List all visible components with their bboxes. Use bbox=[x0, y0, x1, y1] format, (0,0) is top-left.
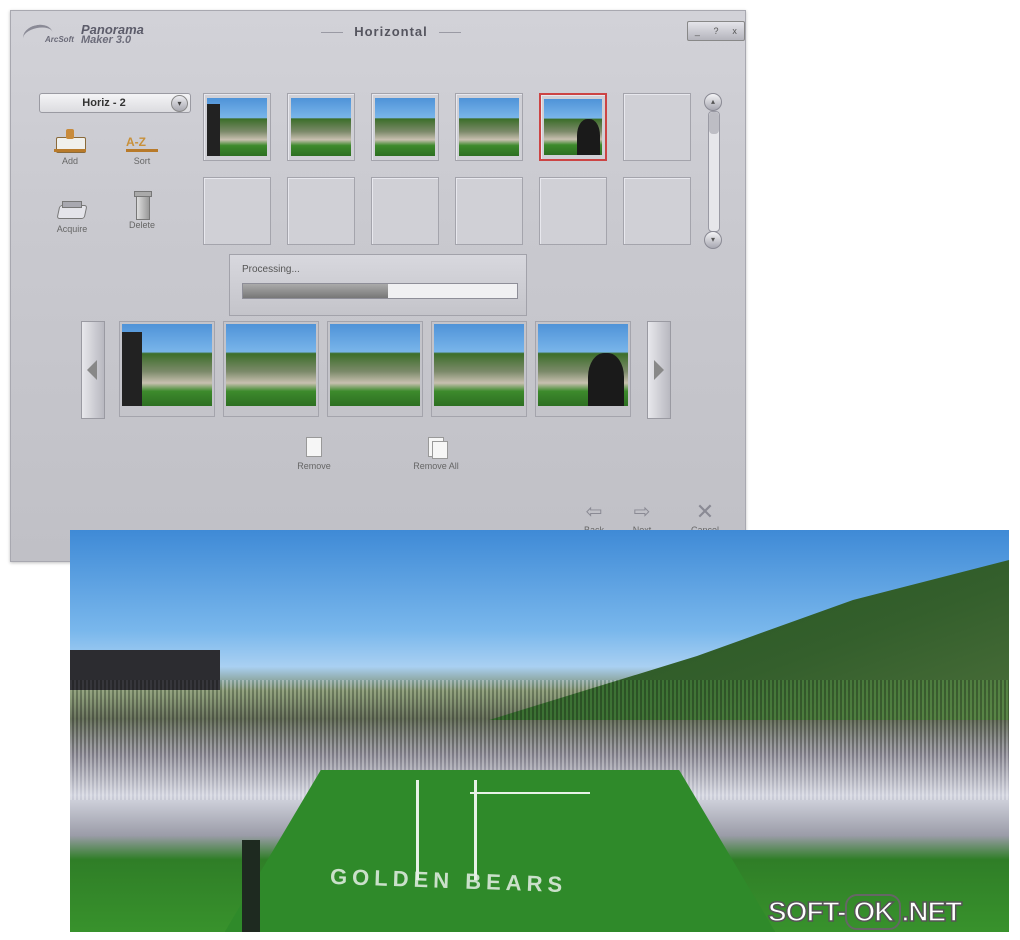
back-arrow-icon: ⇦ bbox=[585, 501, 603, 523]
arrow-right-icon bbox=[654, 360, 664, 380]
close-button[interactable]: x bbox=[725, 22, 744, 40]
acquire-button[interactable]: Acquire bbox=[45, 195, 99, 234]
scanner-icon bbox=[54, 195, 90, 223]
thumbnail-photo bbox=[459, 98, 519, 156]
album-select-value: Horiz - 2 bbox=[82, 97, 126, 109]
thumbnail-photo bbox=[207, 98, 267, 156]
brand-name: ArcSoft bbox=[45, 35, 74, 44]
watermark-left: SOFT- bbox=[767, 895, 847, 928]
goal-post-right bbox=[474, 780, 477, 880]
strip-image[interactable] bbox=[119, 321, 215, 417]
remove-label: Remove bbox=[297, 461, 331, 471]
scroll-track[interactable] bbox=[708, 111, 720, 232]
sort-button[interactable]: A-Z Sort bbox=[115, 127, 169, 166]
remove-document-icon bbox=[304, 437, 324, 459]
app-name-line2: Maker 3.0 bbox=[81, 34, 132, 46]
thumbnail-image[interactable] bbox=[371, 93, 439, 161]
thumbnail-photo bbox=[544, 99, 602, 155]
minimize-button[interactable]: _ bbox=[688, 22, 707, 40]
thumbnail-photo bbox=[291, 98, 351, 156]
strip-image[interactable] bbox=[223, 321, 319, 417]
strip-prev-button[interactable] bbox=[81, 321, 105, 419]
acquire-label: Acquire bbox=[56, 224, 88, 234]
help-button[interactable]: ? bbox=[707, 22, 726, 40]
goal-post-left bbox=[416, 780, 419, 880]
goal-crossbar bbox=[470, 792, 590, 794]
progress-bar bbox=[242, 283, 518, 299]
thumbnail-image[interactable] bbox=[539, 93, 607, 161]
add-photos-icon bbox=[52, 127, 88, 155]
strip-image[interactable] bbox=[431, 321, 527, 417]
thumbnail-empty-slot[interactable] bbox=[623, 93, 691, 161]
strip-photo bbox=[434, 324, 524, 406]
thumbnail-empty-slot[interactable] bbox=[371, 177, 439, 245]
remove-all-documents-icon bbox=[426, 437, 448, 459]
strip-photo bbox=[538, 324, 628, 406]
strip-image[interactable] bbox=[535, 321, 631, 417]
strip-photo bbox=[330, 324, 420, 406]
next-arrow-icon: ⇨ bbox=[633, 501, 651, 523]
panorama-result-image: GOLDEN BEARS bbox=[70, 530, 1009, 932]
thumbnail-photo bbox=[375, 98, 435, 156]
thumbnail-empty-slot[interactable] bbox=[539, 177, 607, 245]
cancel-x-icon: ✕ bbox=[695, 499, 715, 524]
title-divider-right bbox=[439, 32, 461, 33]
processing-panel: Processing... bbox=[229, 254, 527, 316]
foreground-pole bbox=[242, 840, 260, 932]
strip-image[interactable] bbox=[327, 321, 423, 417]
thumbnail-image[interactable] bbox=[455, 93, 523, 161]
thumbnail-empty-slot[interactable] bbox=[623, 177, 691, 245]
remove-button[interactable]: Remove bbox=[289, 437, 339, 471]
thumbnail-empty-slot[interactable] bbox=[287, 177, 355, 245]
sort-az-icon: A-Z bbox=[124, 127, 160, 155]
add-label: Add bbox=[61, 156, 78, 166]
thumbnail-empty-slot[interactable] bbox=[203, 177, 271, 245]
delete-label: Delete bbox=[128, 220, 155, 230]
album-select[interactable]: Horiz - 2 ▾ bbox=[39, 93, 191, 113]
scroll-thumb[interactable] bbox=[709, 112, 719, 134]
trash-icon bbox=[124, 191, 160, 220]
thumbnail-scrollbar[interactable]: ▴ ▾ bbox=[703, 93, 723, 249]
sort-label: Sort bbox=[133, 156, 151, 166]
scroll-up-button[interactable]: ▴ bbox=[704, 93, 722, 111]
thumbnail-image[interactable] bbox=[287, 93, 355, 161]
watermark-ok: OK bbox=[845, 894, 902, 930]
remove-all-button[interactable]: Remove All bbox=[401, 437, 471, 471]
strip-next-button[interactable] bbox=[647, 321, 671, 419]
dropdown-arrow-icon[interactable]: ▾ bbox=[171, 95, 188, 112]
thumbnail-image[interactable] bbox=[203, 93, 271, 161]
strip-photo bbox=[226, 324, 316, 406]
window-controls: _ ? x bbox=[687, 21, 745, 41]
add-button[interactable]: Add bbox=[43, 127, 97, 166]
thumbnail-empty-slot[interactable] bbox=[455, 177, 523, 245]
scroll-down-button[interactable]: ▾ bbox=[704, 231, 722, 249]
watermark: SOFT- OK .NET bbox=[767, 894, 963, 930]
delete-button[interactable]: Delete bbox=[115, 191, 169, 230]
remove-all-label: Remove All bbox=[413, 461, 459, 471]
watermark-right: .NET bbox=[901, 895, 963, 928]
progress-fill bbox=[243, 284, 389, 298]
strip-photo bbox=[122, 324, 212, 406]
arrow-left-icon bbox=[87, 360, 97, 380]
panorama-maker-window: ArcSoft Panorama Maker 3.0 Horizontal _ … bbox=[10, 10, 746, 562]
processing-label: Processing... bbox=[242, 264, 300, 275]
app-logo: ArcSoft Panorama Maker 3.0 bbox=[21, 17, 173, 51]
